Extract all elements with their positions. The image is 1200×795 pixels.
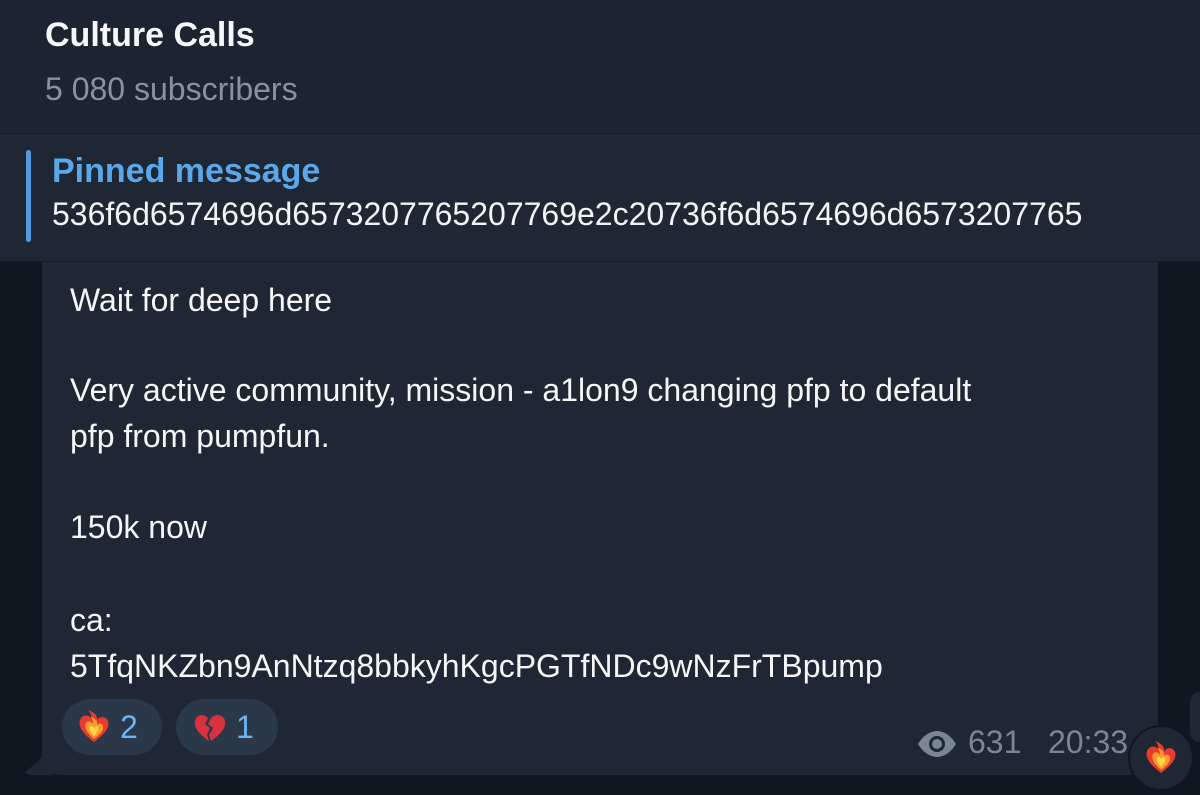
broken-heart-icon (194, 715, 226, 741)
contract-address[interactable]: 5TfqNKZbn9AnNtzq8bbkyhKgcPGTfNDc9wNzFrTB… (70, 648, 883, 685)
message-line: pfp from pumpfun. (70, 418, 330, 454)
pinned-message-label: Pinned message (52, 152, 321, 190)
message-line: Wait for deep here (70, 282, 333, 318)
pinned-message-text: 536f6d6574696d6573207765207769e2c20736f6… (52, 196, 1083, 232)
message-line: 150k now (70, 509, 207, 545)
subscriber-count: 5 080 subscribers (45, 71, 298, 107)
side-panel-edge (1190, 692, 1200, 742)
message-line: Very active community, mission - a1lon9 … (70, 372, 972, 408)
chat-area: Wait for deep here Very active community… (0, 262, 1200, 795)
view-count: 631 (968, 724, 1022, 760)
eye-icon (918, 731, 956, 757)
reaction-button[interactable] (1128, 725, 1194, 791)
reaction-count: 2 (120, 708, 138, 745)
pinned-message-bar[interactable]: Pinned message 536f6d6574696d65732077652… (0, 133, 1200, 262)
pinned-accent-bar (26, 150, 31, 242)
heart-on-fire-icon (79, 710, 109, 742)
reaction-broken-heart[interactable]: 1 (176, 699, 278, 755)
reaction-heart-on-fire[interactable]: 2 (62, 699, 162, 755)
heart-on-fire-icon (1146, 741, 1176, 773)
reaction-count: 1 (236, 708, 254, 745)
message-time: 20:33 (1048, 724, 1129, 760)
channel-title[interactable]: Culture Calls (45, 16, 255, 55)
telegram-channel-view: Culture Calls 5 080 subscribers Pinned m… (0, 0, 1200, 795)
channel-header[interactable]: Culture Calls 5 080 subscribers (0, 0, 1200, 133)
message-line: ca: (70, 602, 113, 638)
